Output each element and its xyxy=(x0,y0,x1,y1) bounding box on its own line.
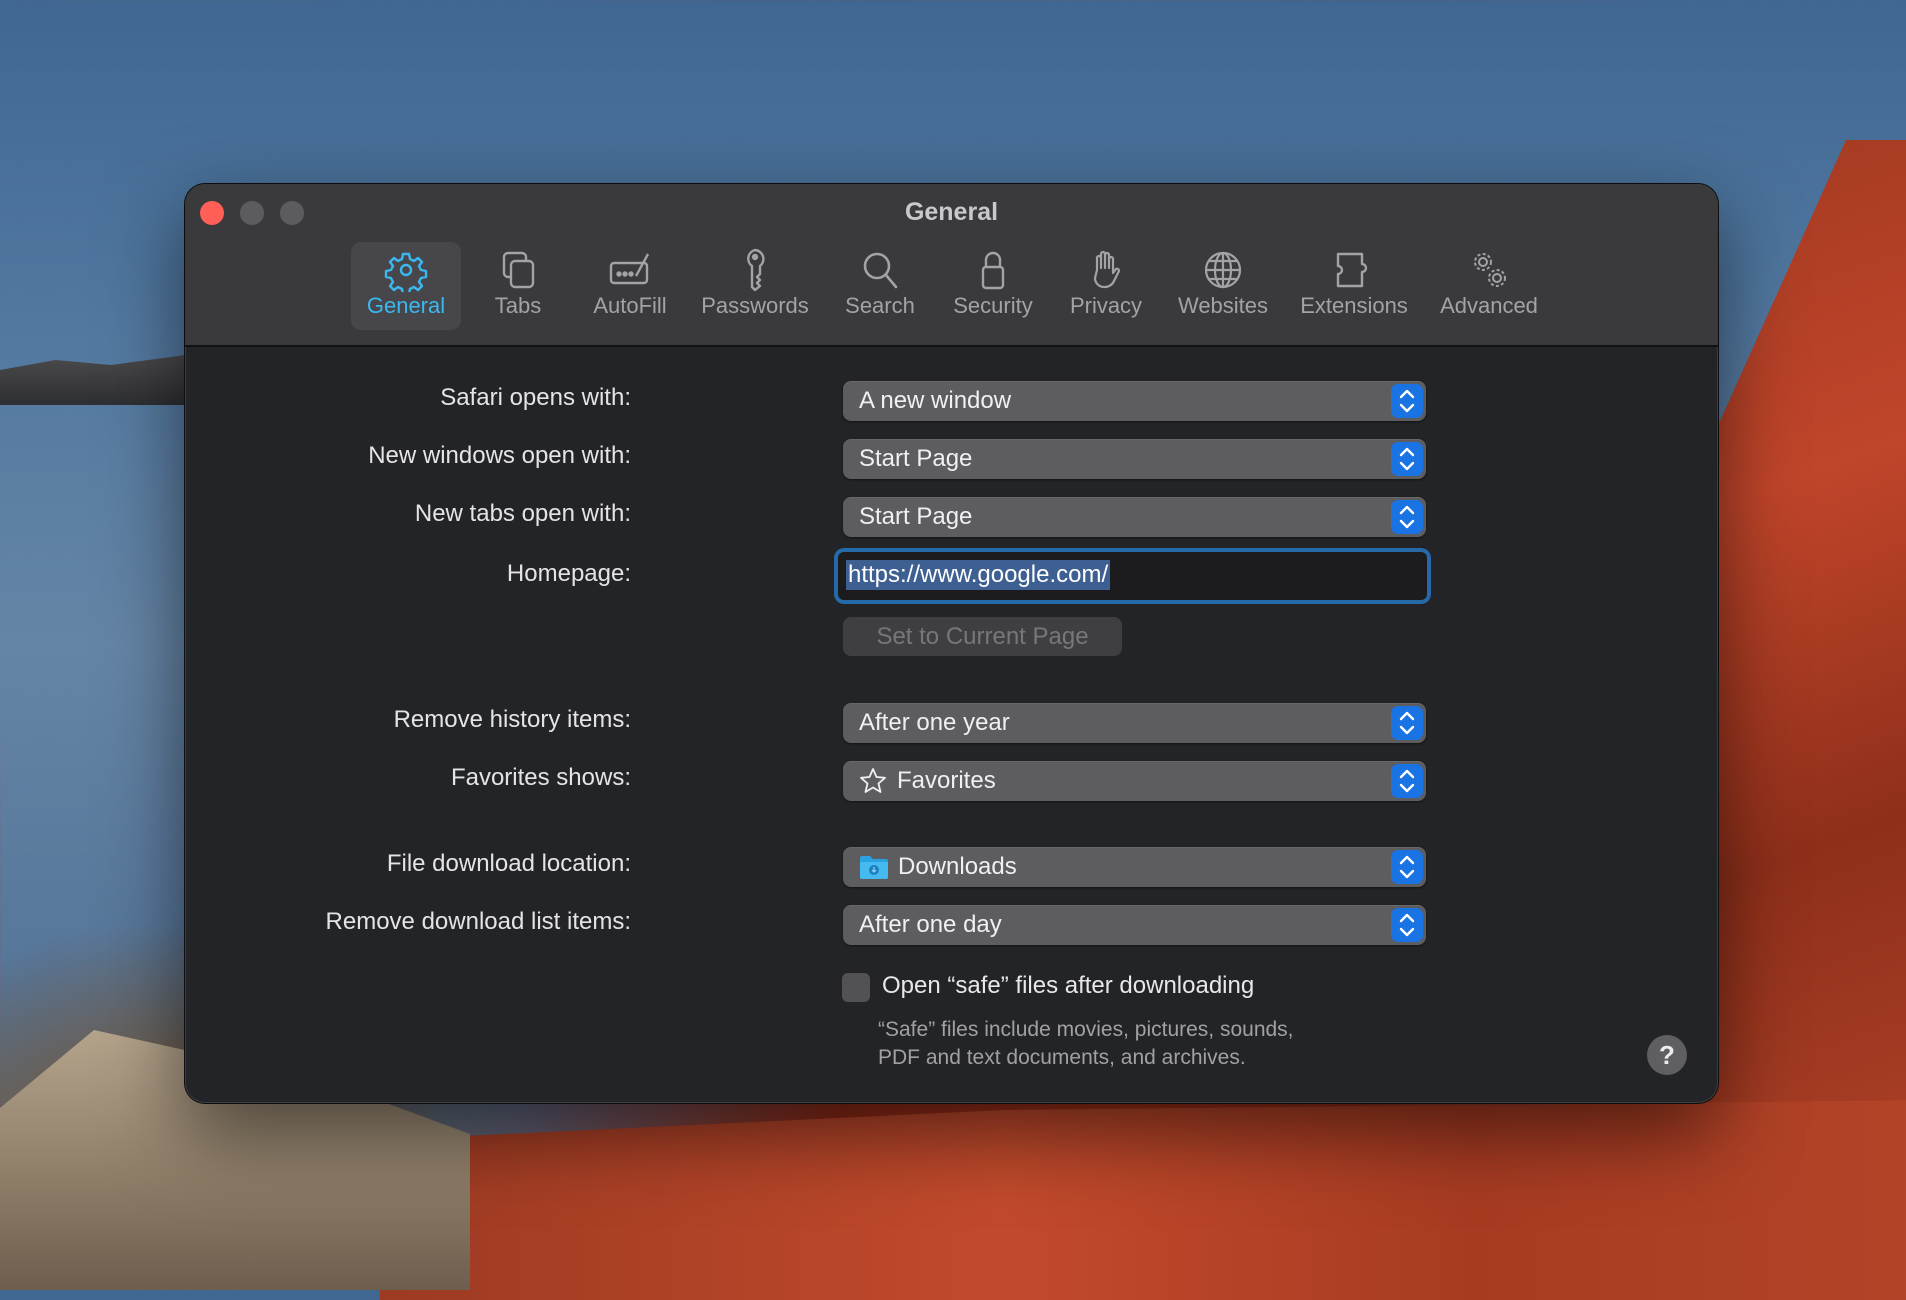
chevron-updown-icon xyxy=(1391,908,1423,942)
select-value: After one year xyxy=(859,709,1010,736)
select-value: Start Page xyxy=(859,503,973,530)
homepage-value: https://www.google.com/ xyxy=(846,560,1111,590)
puzzle-icon xyxy=(1332,248,1376,292)
desktop-rock xyxy=(0,355,185,405)
safari-opens-with-select[interactable]: A new window xyxy=(843,381,1426,421)
homepage-input[interactable]: https://www.google.com/ xyxy=(838,552,1427,600)
gears-icon xyxy=(1467,248,1511,292)
remove-history-items-select[interactable]: After one year xyxy=(843,703,1426,743)
select-value: After one day xyxy=(859,911,1002,938)
help-button[interactable]: ? xyxy=(1647,1035,1687,1075)
tab-websites[interactable]: Websites xyxy=(1168,242,1278,330)
hand-icon xyxy=(1084,248,1128,292)
new-windows-open-with-select[interactable]: Start Page xyxy=(843,439,1426,479)
select-value: A new window xyxy=(859,387,1012,414)
safe-files-note-line-1: “Safe” files include movies, pictures, s… xyxy=(878,1018,1294,1041)
chevron-updown-icon xyxy=(1391,706,1423,740)
tab-advanced[interactable]: Advanced xyxy=(1434,242,1544,330)
chevron-updown-icon xyxy=(1391,764,1423,798)
tab-passwords[interactable]: Passwords xyxy=(700,242,810,330)
select-value: Start Page xyxy=(859,445,973,472)
favorites-shows-select[interactable]: Favorites xyxy=(843,761,1426,801)
safari-opens-with-label: Safari opens with: xyxy=(440,384,631,411)
new-tabs-open-with-label: New tabs open with: xyxy=(414,500,631,527)
select-value-wrap: Favorites xyxy=(859,767,996,795)
gear-icon xyxy=(384,248,428,296)
select-value: Favorites xyxy=(897,767,996,794)
safe-files-note-line-2: PDF and text documents, and archives. xyxy=(878,1046,1246,1069)
autofill-icon xyxy=(608,248,652,292)
tab-privacy[interactable]: Privacy xyxy=(1051,242,1161,330)
favorites-shows-label: Favorites shows: xyxy=(450,764,631,791)
tab-label: Extensions xyxy=(1300,293,1408,318)
open-safe-files-checkbox[interactable] xyxy=(842,973,870,1002)
tab-extensions[interactable]: Extensions xyxy=(1299,242,1409,330)
remove-history-items-label: Remove history items: xyxy=(393,706,631,733)
downloads-folder-icon xyxy=(860,856,888,879)
star-icon xyxy=(860,768,886,793)
globe-icon xyxy=(1201,248,1245,292)
lock-icon xyxy=(971,248,1015,292)
search-icon xyxy=(858,248,902,292)
key-icon xyxy=(733,248,777,292)
select-value: Downloads xyxy=(898,853,1017,880)
new-windows-open-with-label: New windows open with: xyxy=(368,442,631,469)
chevron-updown-icon xyxy=(1391,384,1423,418)
select-value-wrap: Downloads xyxy=(859,853,1017,881)
chevron-updown-icon xyxy=(1391,442,1423,476)
tab-label: Websites xyxy=(1177,293,1269,318)
toolbar: General General Tabs AutoFill Passwords … xyxy=(185,184,1718,347)
safari-settings-window: General General Tabs AutoFill Passwords … xyxy=(185,184,1718,1103)
desktop-hillside xyxy=(380,1100,1906,1300)
file-download-location-select[interactable]: Downloads xyxy=(843,847,1426,887)
chevron-updown-icon xyxy=(1391,500,1423,534)
remove-download-list-items-label: Remove download list items: xyxy=(325,908,631,935)
open-safe-files-label[interactable]: Open “safe” files after downloading xyxy=(882,972,1254,1000)
window-title: General xyxy=(904,198,999,226)
tabs-icon xyxy=(496,248,540,292)
homepage-label: Homepage: xyxy=(506,560,631,587)
tab-label: Advanced xyxy=(1440,293,1538,318)
new-tabs-open-with-select[interactable]: Start Page xyxy=(843,497,1426,537)
tab-autofill[interactable]: AutoFill xyxy=(575,242,685,330)
remove-download-list-items-select[interactable]: After one day xyxy=(843,905,1426,945)
set-to-current-page-button[interactable]: Set to Current Page xyxy=(843,617,1122,656)
chevron-updown-icon xyxy=(1391,850,1423,884)
file-download-location-label: File download location: xyxy=(386,850,631,877)
